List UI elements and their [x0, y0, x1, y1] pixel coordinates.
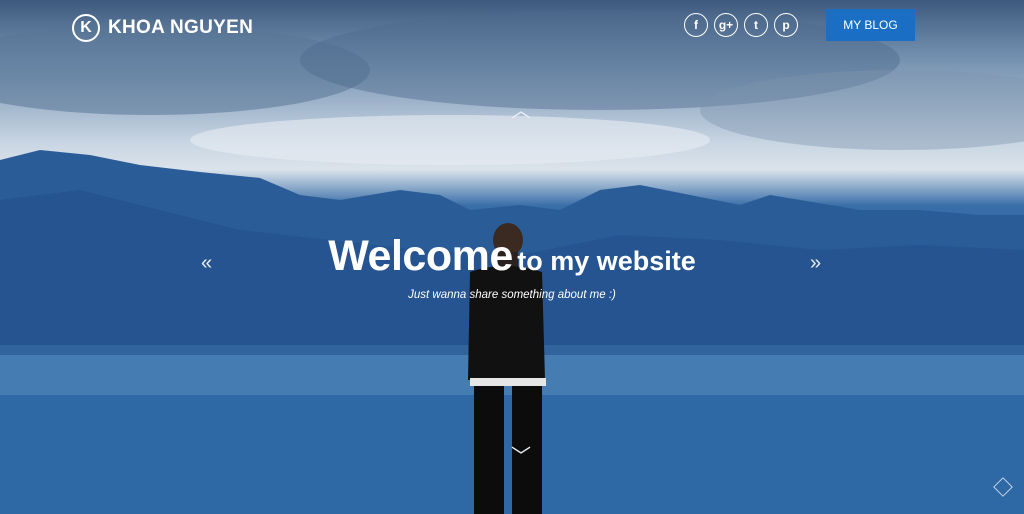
twitter-icon[interactable]: t: [744, 13, 768, 37]
chevron-down-icon[interactable]: ﹀: [511, 440, 531, 469]
my-blog-button[interactable]: MY BLOG: [826, 9, 915, 41]
brand-name: KHOA NGUYEN: [108, 17, 254, 38]
hero-tagline: Just wanna share something about me :): [408, 289, 616, 301]
brand-logo[interactable]: K KHOA NGUYEN: [72, 14, 253, 42]
hero-title: Welcome to my website: [0, 232, 1024, 281]
hero-title-rest: to my website: [517, 246, 696, 276]
facebook-icon[interactable]: f: [684, 13, 708, 37]
hero-title-welcome: Welcome: [328, 232, 513, 280]
logo-k-icon: K: [72, 14, 100, 42]
chevron-up-icon[interactable]: ︿: [511, 94, 531, 123]
social-links: f g+ t p: [684, 13, 804, 37]
google-plus-icon[interactable]: g+: [714, 13, 738, 37]
pinterest-icon[interactable]: p: [774, 13, 798, 37]
hero-section: K KHOA NGUYEN f g+ t p MY BLOG ︿ « » ﹀ W…: [0, 0, 1024, 514]
